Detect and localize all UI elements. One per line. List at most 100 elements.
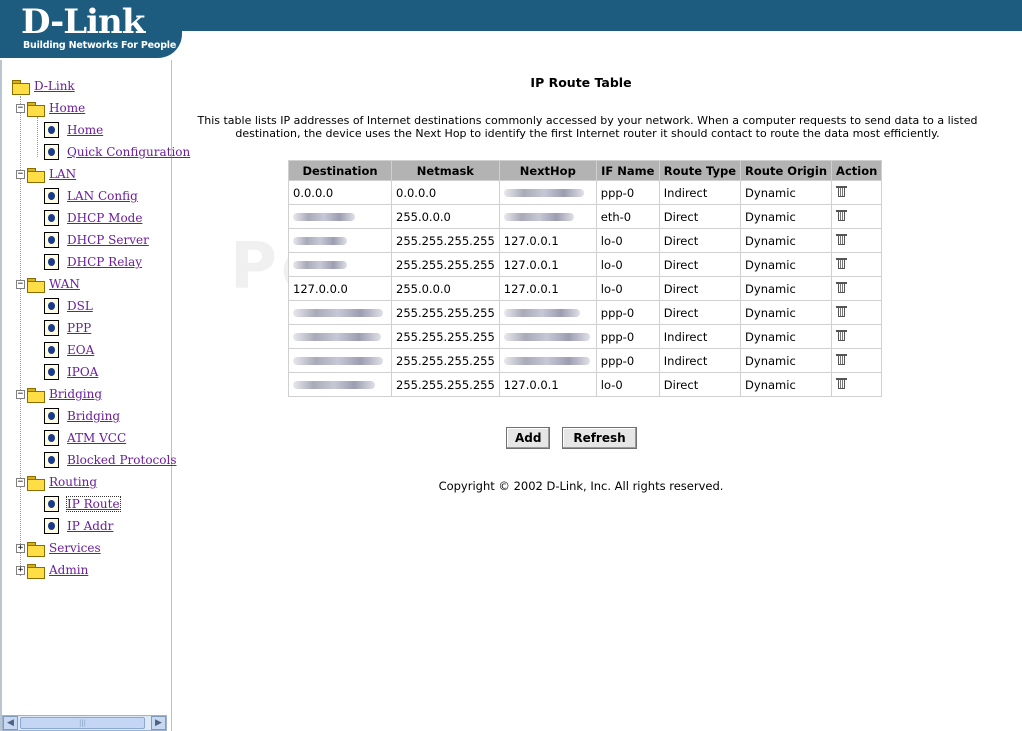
cell-netmask: 255.0.0.0 xyxy=(392,277,499,300)
add-button[interactable]: Add xyxy=(506,427,551,449)
sidebar-item-dhcp-server[interactable]: DHCP Server xyxy=(67,233,149,247)
cell-destination xyxy=(289,253,391,276)
tree-node-home[interactable]: − Home xyxy=(16,98,85,118)
tree-leaf-dsl[interactable]: DSL xyxy=(44,296,93,316)
tree-leaf-dhcp-mode[interactable]: DHCP Mode xyxy=(44,208,142,228)
expand-icon[interactable]: + xyxy=(16,543,25,553)
redacted-value xyxy=(503,357,590,365)
scroll-left-arrow-icon[interactable]: ◀ xyxy=(3,716,18,730)
cell-route-origin: Dynamic xyxy=(741,325,832,348)
cell-route-type: Indirect xyxy=(659,325,741,348)
trash-icon[interactable] xyxy=(836,257,848,269)
sidebar-item-atm-vcc[interactable]: ATM VCC xyxy=(67,431,126,445)
page-icon xyxy=(44,430,59,446)
cell-nexthop: 127.0.0.1 xyxy=(499,277,596,300)
cell-route-type: Indirect xyxy=(659,349,741,372)
redacted-value xyxy=(503,189,584,197)
folder-open-icon xyxy=(27,101,45,117)
expand-icon[interactable]: + xyxy=(16,565,25,575)
redacted-value xyxy=(503,213,574,221)
table-row: 0.0.0.0 0.0.0.0 ppp-0 Indirect Dynamic xyxy=(289,181,882,204)
cell-destination xyxy=(289,229,391,252)
tree-leaf-atm-vcc[interactable]: ATM VCC xyxy=(44,428,126,448)
cell-if-name: lo-0 xyxy=(596,229,659,252)
sidebar-item-bridging-folder[interactable]: Bridging xyxy=(49,387,102,401)
sidebar-item-ip-route[interactable]: IP Route xyxy=(66,496,121,512)
tree-node-bridging[interactable]: − Bridging xyxy=(16,384,102,404)
cell-if-name: ppp-0 xyxy=(596,325,659,348)
page-icon xyxy=(44,364,59,380)
tree-node-admin[interactable]: + Admin xyxy=(16,560,88,580)
sidebar-item-bridging[interactable]: Bridging xyxy=(67,409,120,423)
collapse-icon[interactable]: − xyxy=(16,477,25,487)
cell-destination: 127.0.0.0 xyxy=(289,277,391,300)
sidebar-horizontal-scrollbar[interactable]: ◀ ||| ▶ xyxy=(2,715,167,731)
page-icon xyxy=(44,298,59,314)
sidebar-item-lan[interactable]: LAN xyxy=(49,167,76,181)
page-icon xyxy=(44,452,59,468)
refresh-button[interactable]: Refresh xyxy=(562,427,637,449)
sidebar-item-home-page[interactable]: Home xyxy=(67,123,103,137)
scrollbar-thumb[interactable]: ||| xyxy=(20,717,145,729)
sidebar-item-quick-configuration[interactable]: Quick Configuration xyxy=(67,145,190,159)
trash-icon[interactable] xyxy=(836,329,848,341)
tree-leaf-ipoa[interactable]: IPOA xyxy=(44,362,98,382)
trash-icon[interactable] xyxy=(836,209,848,221)
sidebar-item-admin[interactable]: Admin xyxy=(49,563,88,577)
tree-leaf-eoa[interactable]: EOA xyxy=(44,340,94,360)
logo-text: D-Link xyxy=(21,2,145,42)
cell-if-name: lo-0 xyxy=(596,373,659,396)
tree-node-services[interactable]: + Services xyxy=(16,538,101,558)
collapse-icon[interactable]: − xyxy=(16,279,25,289)
sidebar-item-services[interactable]: Services xyxy=(49,541,101,555)
sidebar-item-ip-addr[interactable]: IP Addr xyxy=(67,519,113,533)
tree-leaf-ip-route[interactable]: IP Route xyxy=(44,494,121,514)
sidebar-item-dsl[interactable]: DSL xyxy=(67,299,93,313)
tree-node-routing[interactable]: − Routing xyxy=(16,472,97,492)
scroll-right-arrow-icon[interactable]: ▶ xyxy=(151,716,166,730)
tree-leaf-dhcp-relay[interactable]: DHCP Relay xyxy=(44,252,142,272)
trash-icon[interactable] xyxy=(836,377,848,389)
trash-icon[interactable] xyxy=(836,305,848,317)
redacted-value xyxy=(503,333,590,341)
sidebar-item-wan[interactable]: WAN xyxy=(49,277,80,291)
tree-leaf-ppp[interactable]: PPP xyxy=(44,318,91,338)
collapse-icon[interactable]: − xyxy=(16,389,25,399)
sidebar-item-ipoa[interactable]: IPOA xyxy=(67,365,98,379)
tree-leaf-ip-addr[interactable]: IP Addr xyxy=(44,516,113,536)
sidebar-item-ppp[interactable]: PPP xyxy=(67,321,91,335)
tree-leaf-lan-config[interactable]: LAN Config xyxy=(44,186,138,206)
collapse-icon[interactable]: − xyxy=(16,103,25,113)
tree-root-dlink[interactable]: D-Link xyxy=(12,76,75,96)
sidebar-item-dhcp-mode[interactable]: DHCP Mode xyxy=(67,211,142,225)
sidebar-item-routing[interactable]: Routing xyxy=(49,475,97,489)
tree-line xyxy=(37,117,38,157)
tree-leaf-blocked-protocols[interactable]: Blocked Protocols xyxy=(44,450,177,470)
trash-icon[interactable] xyxy=(836,185,848,197)
sidebar-item-blocked-protocols[interactable]: Blocked Protocols xyxy=(67,453,177,467)
page-icon xyxy=(44,496,59,512)
tree-leaf-home[interactable]: Home xyxy=(44,120,103,140)
trash-icon[interactable] xyxy=(836,281,848,293)
cell-action xyxy=(832,349,882,372)
trash-icon[interactable] xyxy=(836,353,848,365)
cell-if-name: lo-0 xyxy=(596,253,659,276)
tree-leaf-dhcp-server[interactable]: DHCP Server xyxy=(44,230,149,250)
trash-icon[interactable] xyxy=(836,233,848,245)
table-row: 255.255.255.255 127.0.0.1 lo-0 Direct Dy… xyxy=(289,229,882,252)
sidebar-item-lan-config[interactable]: LAN Config xyxy=(67,189,138,203)
cell-nexthop: 127.0.0.1 xyxy=(499,229,596,252)
cell-netmask: 255.255.255.255 xyxy=(392,229,499,252)
tree-node-wan[interactable]: − WAN xyxy=(16,274,80,294)
cell-route-type: Indirect xyxy=(659,181,741,204)
header-banner: D-Link Building Networks For People xyxy=(0,0,1022,60)
sidebar-item-dhcp-relay[interactable]: DHCP Relay xyxy=(67,255,142,269)
collapse-icon[interactable]: − xyxy=(16,169,25,179)
sidebar-item-eoa[interactable]: EOA xyxy=(67,343,94,357)
tree-node-lan[interactable]: − LAN xyxy=(16,164,76,184)
tree-leaf-bridging[interactable]: Bridging xyxy=(44,406,120,426)
tree-leaf-quick-config[interactable]: Quick Configuration xyxy=(44,142,190,162)
sidebar-item-dlink[interactable]: D-Link xyxy=(34,79,75,93)
folder-icon xyxy=(27,563,45,579)
sidebar-item-home[interactable]: Home xyxy=(49,101,85,115)
